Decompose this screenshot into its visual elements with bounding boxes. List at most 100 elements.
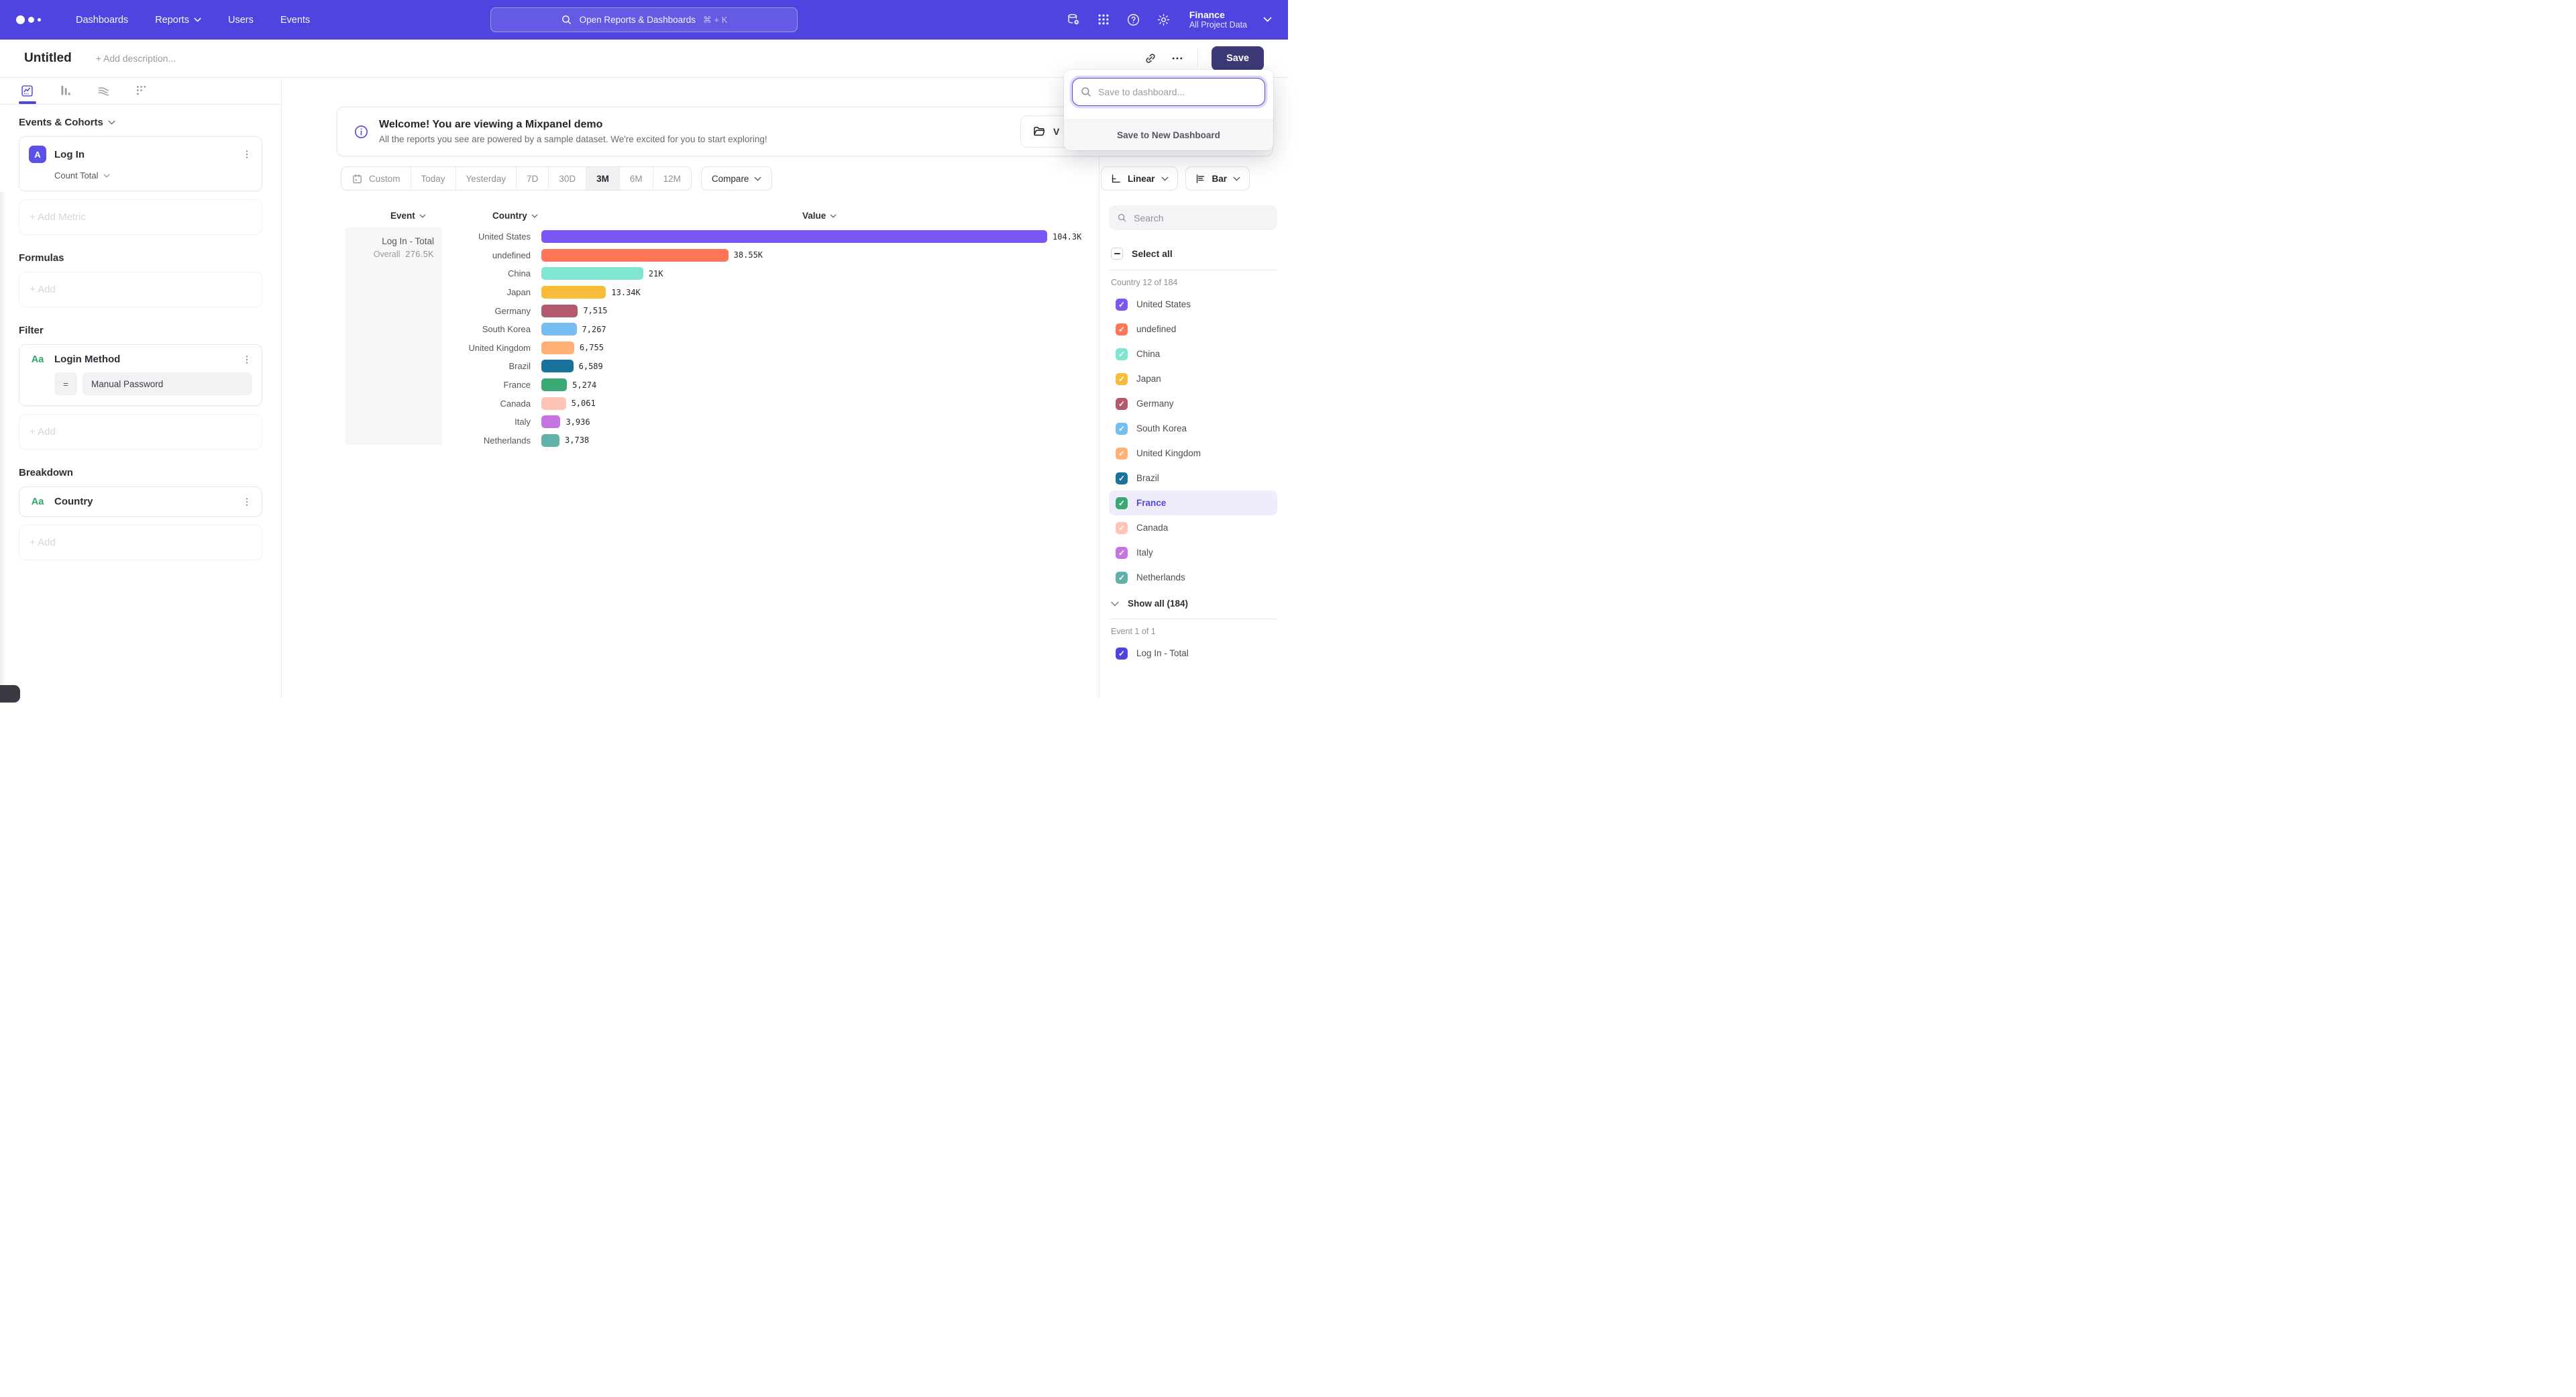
legend-row-italy[interactable]: ✓Italy — [1109, 540, 1277, 565]
legend-search-input[interactable] — [1134, 213, 1269, 223]
filter-kebab-icon[interactable] — [241, 354, 252, 365]
show-all-button[interactable]: Show all (184) — [1111, 599, 1275, 609]
legend-checkbox-checked[interactable]: ✓ — [1116, 373, 1128, 385]
select-all-row[interactable]: Select all — [1109, 248, 1277, 260]
legend-row-undefined[interactable]: ✓undefined — [1109, 317, 1277, 342]
breakdown-property-name[interactable]: Country — [54, 496, 93, 507]
legend-checkbox-checked[interactable]: ✓ — [1116, 572, 1128, 584]
nav-item-events[interactable]: Events — [280, 15, 310, 25]
column-header-country[interactable]: Country — [492, 211, 538, 221]
select-all-checkbox-indeterminate[interactable] — [1111, 248, 1123, 260]
metric-aggregation-selector[interactable]: Count Total — [54, 170, 252, 180]
tab-insights[interactable] — [20, 78, 34, 104]
report-title[interactable]: Untitled — [24, 51, 72, 66]
legend-row-france[interactable]: ✓France — [1109, 490, 1277, 515]
add-filter-button[interactable]: + Add — [19, 414, 262, 450]
help-icon[interactable] — [1126, 13, 1140, 27]
legend-checkbox-checked[interactable]: ✓ — [1116, 522, 1128, 534]
metric-event-name[interactable]: Log In — [54, 149, 85, 160]
legend-event-checkbox[interactable]: ✓ — [1116, 648, 1128, 660]
project-chevron-down-icon[interactable] — [1263, 17, 1272, 22]
linear-axis-icon — [1110, 173, 1122, 185]
more-options-icon[interactable] — [1171, 52, 1184, 65]
nav-item-dashboards[interactable]: Dashboards — [76, 15, 128, 25]
filter-property-name[interactable]: Login Method — [54, 354, 120, 365]
bar-segment[interactable] — [541, 230, 1047, 243]
save-to-new-dashboard-button[interactable]: Save to New Dashboard — [1064, 119, 1273, 150]
metric-kebab-icon[interactable] — [241, 149, 252, 160]
legend-row-united-states[interactable]: ✓United States — [1109, 292, 1277, 317]
legend-checkbox-checked[interactable]: ✓ — [1116, 547, 1128, 559]
column-header-event[interactable]: Event — [390, 211, 426, 221]
bar-segment[interactable] — [541, 342, 574, 354]
column-header-value[interactable]: Value — [802, 211, 837, 221]
legend-checkbox-checked[interactable]: ✓ — [1116, 299, 1128, 311]
tab-flows[interactable] — [97, 78, 111, 104]
bar-segment[interactable] — [541, 434, 559, 447]
range-option-today[interactable]: Today — [411, 167, 456, 190]
legend-checkbox-checked[interactable]: ✓ — [1116, 472, 1128, 484]
range-option-12m[interactable]: 12M — [653, 167, 691, 190]
breakdown-card-country[interactable]: Aa Country — [19, 486, 262, 517]
add-metric-button[interactable]: + Add Metric — [19, 199, 262, 235]
range-option-3m[interactable]: 3M — [586, 167, 620, 190]
legend-checkbox-checked[interactable]: ✓ — [1116, 323, 1128, 335]
save-button[interactable]: Save — [1212, 46, 1264, 70]
legend-search-box[interactable] — [1109, 205, 1277, 230]
breakdown-kebab-icon[interactable] — [241, 497, 252, 507]
add-formula-button[interactable]: + Add — [19, 272, 262, 307]
legend-checkbox-checked[interactable]: ✓ — [1116, 497, 1128, 509]
legend-row-south-korea[interactable]: ✓South Korea — [1109, 416, 1277, 441]
bar-segment[interactable] — [541, 378, 567, 391]
bar-segment[interactable] — [541, 267, 643, 280]
copy-link-icon[interactable] — [1144, 52, 1157, 65]
bar-segment[interactable] — [541, 249, 729, 262]
legend-row-netherlands[interactable]: ✓Netherlands — [1109, 565, 1277, 590]
add-description-placeholder[interactable]: + Add description... — [96, 53, 176, 64]
legend-checkbox-checked[interactable]: ✓ — [1116, 448, 1128, 460]
save-to-dashboard-input[interactable] — [1072, 78, 1265, 106]
range-option-custom[interactable]: Custom — [341, 167, 411, 190]
legend-row-united-kingdom[interactable]: ✓United Kingdom — [1109, 441, 1277, 466]
legend-row-china[interactable]: ✓China — [1109, 342, 1277, 366]
apps-grid-icon[interactable] — [1097, 13, 1110, 26]
events-cohorts-header[interactable]: Events & Cohorts — [19, 117, 262, 128]
legend-checkbox-checked[interactable]: ✓ — [1116, 423, 1128, 435]
legend-checkbox-checked[interactable]: ✓ — [1116, 398, 1128, 410]
filter-operator-selector[interactable]: = — [54, 372, 77, 395]
settings-gear-icon[interactable] — [1157, 13, 1171, 27]
legend-checkbox-checked[interactable]: ✓ — [1116, 348, 1128, 360]
metric-card-log-in[interactable]: A Log In Count Total — [19, 136, 262, 191]
bar-segment[interactable] — [541, 305, 578, 317]
range-option-yesterday[interactable]: Yesterday — [456, 167, 517, 190]
legend-row-germany[interactable]: ✓Germany — [1109, 391, 1277, 416]
bar-segment[interactable] — [541, 415, 560, 428]
range-option-6m[interactable]: 6M — [620, 167, 653, 190]
tab-funnels[interactable] — [58, 78, 72, 104]
bottom-left-widget[interactable] — [0, 685, 20, 703]
bar-segment[interactable] — [541, 360, 574, 372]
bar-segment[interactable] — [541, 286, 606, 299]
nav-item-reports[interactable]: Reports — [155, 15, 201, 25]
mixpanel-logo[interactable] — [16, 15, 41, 24]
nav-item-users[interactable]: Users — [228, 15, 254, 25]
data-management-icon[interactable] — [1067, 13, 1081, 27]
compare-button[interactable]: Compare — [701, 166, 773, 191]
range-option-30d[interactable]: 30D — [549, 167, 586, 190]
global-search-bar[interactable]: Open Reports & Dashboards ⌘ + K — [490, 7, 798, 32]
legend-row-brazil[interactable]: ✓Brazil — [1109, 466, 1277, 490]
filter-card-login-method[interactable]: Aa Login Method = Manual Password — [19, 344, 262, 406]
scale-selector[interactable]: Linear — [1101, 166, 1178, 191]
add-breakdown-button[interactable]: + Add — [19, 525, 262, 560]
bar-segment[interactable] — [541, 323, 577, 335]
bar-segment[interactable] — [541, 397, 566, 410]
filter-value-selector[interactable]: Manual Password — [83, 372, 252, 395]
legend-row-japan[interactable]: ✓Japan — [1109, 366, 1277, 391]
chart-type-selector[interactable]: Bar — [1185, 166, 1250, 191]
tab-retention[interactable] — [135, 78, 149, 104]
legend-row-canada[interactable]: ✓Canada — [1109, 515, 1277, 540]
project-switcher[interactable]: Finance All Project Data — [1189, 9, 1247, 31]
range-option-7d[interactable]: 7D — [517, 167, 549, 190]
bar-category-label: Netherlands — [442, 435, 541, 446]
legend-row-event-log-in-total[interactable]: ✓ Log In - Total — [1109, 641, 1277, 666]
